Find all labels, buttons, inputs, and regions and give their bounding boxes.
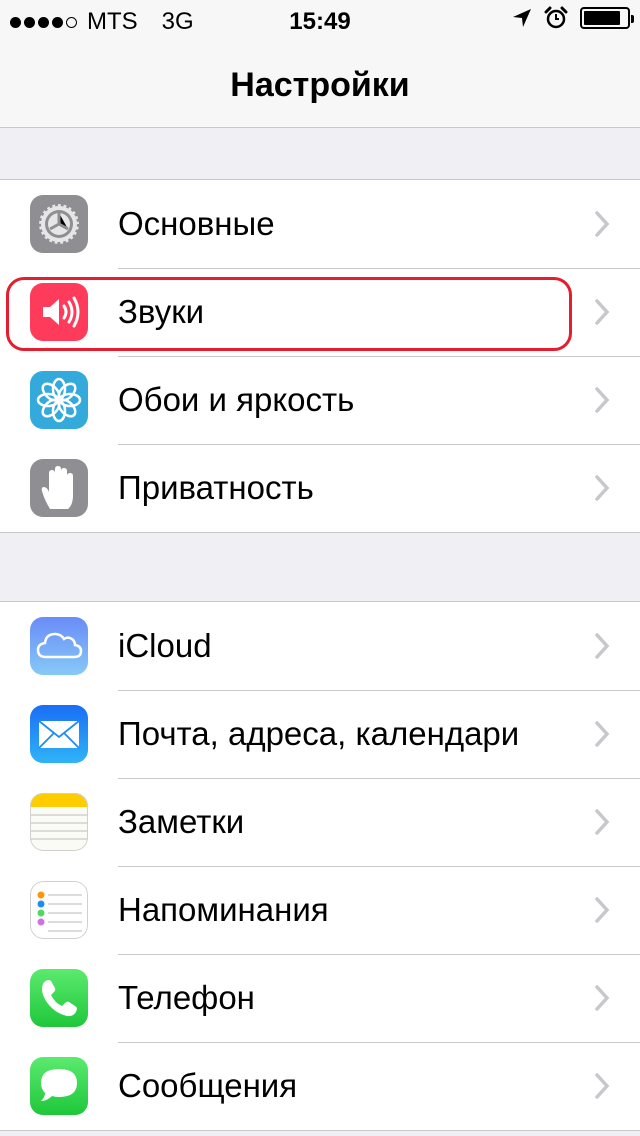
page-title: Настройки [230, 66, 410, 104]
settings-group-2: iCloud Почта, адреса, календари Заметки … [0, 601, 640, 1131]
envelope-icon [30, 705, 88, 763]
settings-group-1: Основные Звуки Обои и яркость Приватност… [0, 179, 640, 533]
hand-icon [30, 459, 88, 517]
settings-row-privacy[interactable]: Приватность [0, 444, 640, 532]
speaker-icon [30, 283, 88, 341]
settings-row-label: Телефон [118, 979, 255, 1016]
settings-row-label: Звуки [118, 293, 205, 330]
settings-row-label: Основные [118, 205, 275, 242]
flower-icon [30, 371, 88, 429]
settings-row-wallpaper[interactable]: Обои и яркость [0, 356, 640, 444]
settings-row-phone[interactable]: Телефон [0, 954, 640, 1042]
chevron-right-icon [595, 475, 610, 501]
settings-row-general[interactable]: Основные [0, 180, 640, 268]
settings-row-notes[interactable]: Заметки [0, 778, 640, 866]
status-bar: MTS 3G 15:49 [0, 0, 640, 40]
notepad-icon [30, 793, 88, 851]
settings-row-reminders[interactable]: Напоминания [0, 866, 640, 954]
settings-row-label: Заметки [118, 803, 245, 840]
phone-icon [30, 969, 88, 1027]
settings-row-label: Почта, адреса, календари [118, 715, 520, 752]
cloud-icon [30, 617, 88, 675]
chevron-right-icon [595, 387, 610, 413]
settings-row-label: Сообщения [118, 1067, 298, 1104]
chevron-right-icon [595, 299, 610, 325]
chevron-right-icon [595, 897, 610, 923]
navigation-bar: Настройки [0, 40, 640, 128]
settings-row-label: Напоминания [118, 891, 329, 928]
settings-row-label: iCloud [118, 627, 212, 664]
settings-row-mail[interactable]: Почта, адреса, календари [0, 690, 640, 778]
chevron-right-icon [595, 809, 610, 835]
settings-row-label: Приватность [118, 469, 314, 506]
chevron-right-icon [595, 721, 610, 747]
gear-icon [30, 195, 88, 253]
alarm-clock-icon [544, 6, 568, 29]
settings-row-label: Обои и яркость [118, 381, 355, 418]
chevron-right-icon [595, 985, 610, 1011]
chevron-right-icon [595, 633, 610, 659]
checklist-icon [30, 881, 88, 939]
location-arrow-icon [513, 9, 531, 27]
settings-row-sounds[interactable]: Звуки [0, 268, 640, 356]
chevron-right-icon [595, 1073, 610, 1099]
battery-icon [580, 7, 634, 29]
speech-bubble-icon [30, 1057, 88, 1115]
chevron-right-icon [595, 211, 610, 237]
settings-row-icloud[interactable]: iCloud [0, 602, 640, 690]
status-right [512, 6, 634, 30]
settings-row-messages[interactable]: Сообщения [0, 1042, 640, 1130]
